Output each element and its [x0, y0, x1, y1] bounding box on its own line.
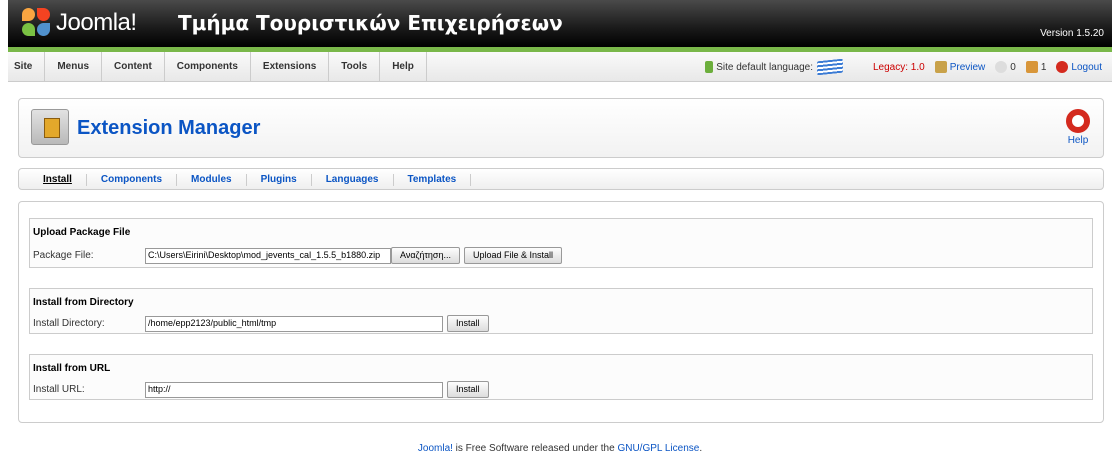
logout-label: Logout: [1071, 61, 1102, 73]
tab-components[interactable]: Components: [87, 174, 178, 186]
menu-item-content[interactable]: Content: [102, 52, 165, 82]
upload-row: Package File: C:\Users\Eirini\Desktop\mo…: [33, 247, 563, 264]
preview-link[interactable]: Preview: [934, 61, 986, 73]
header-bar: Joomla! Τμήμα Τουριστικών Επιχειρήσεων V…: [8, 0, 1112, 47]
legacy-status: Legacy: 1.0: [873, 62, 925, 73]
tab-languages[interactable]: Languages: [312, 174, 394, 186]
menu-item-components[interactable]: Components: [165, 52, 251, 82]
menu-item-extensions[interactable]: Extensions: [251, 52, 330, 82]
install-url-section: Install from URL Install URL: http:// In…: [29, 354, 1093, 400]
joomla-logo-icon: [22, 8, 52, 38]
main-menu-bar: Site Menus Content Components Extensions…: [8, 52, 1112, 82]
tab-plugins[interactable]: Plugins: [247, 174, 312, 186]
tab-modules[interactable]: Modules: [177, 174, 247, 186]
menu-item-site[interactable]: Site: [8, 52, 46, 82]
logout-icon: [1056, 61, 1069, 73]
logo-wordmark: Joomla!: [56, 9, 137, 36]
footer-end: .: [699, 443, 703, 454]
browse-button[interactable]: Αναζήτηση...: [391, 247, 460, 264]
lifebuoy-icon: [1066, 109, 1090, 133]
users-count: 1: [1040, 61, 1047, 73]
install-url-button[interactable]: Install: [447, 381, 489, 398]
language-label: Site default language:: [716, 61, 813, 73]
site-language: Site default language:: [705, 58, 843, 76]
menu-item-tools[interactable]: Tools: [329, 52, 381, 82]
menu-item-menus[interactable]: Menus: [45, 52, 103, 82]
toolbar-box: Extension Manager Help: [18, 98, 1104, 158]
directory-row: Install Directory: /home/epp2123/public_…: [33, 315, 489, 332]
upload-package-section: Upload Package File Package File: C:\Use…: [29, 218, 1093, 268]
footer-joomla-link[interactable]: Joomla!: [418, 443, 453, 454]
upload-legend: Upload Package File: [33, 227, 131, 238]
install-url-input[interactable]: http://: [145, 381, 443, 398]
package-file-input[interactable]: C:\Users\Eirini\Desktop\mod_jevents_cal_…: [145, 247, 391, 264]
site-title: Τμήμα Τουριστικών Επιχειρήσεων: [178, 11, 563, 35]
install-directory-input[interactable]: /home/epp2123/public_html/tmp: [145, 315, 443, 332]
footer-text: is Free Software released under the: [452, 443, 618, 454]
help-button[interactable]: Help: [1063, 109, 1093, 146]
help-label: Help: [1067, 135, 1089, 146]
install-directory-button[interactable]: Install: [447, 315, 489, 332]
mail-icon: [995, 61, 1008, 73]
url-row: Install URL: http:// Install: [33, 381, 489, 398]
users-link[interactable]: 1: [1025, 61, 1047, 73]
footer-license-link[interactable]: GNU/GPL License: [617, 443, 699, 454]
status-area: Site default language: Legacy: 1.0 Previ…: [705, 52, 1112, 82]
version-label: Version 1.5.20: [1040, 28, 1104, 39]
content-box: Upload Package File Package File: C:\Use…: [18, 201, 1104, 423]
tab-templates[interactable]: Templates: [394, 174, 472, 186]
greek-flag-icon: [816, 58, 843, 76]
install-url-label: Install URL:: [33, 384, 85, 395]
tab-install[interactable]: Install: [29, 174, 87, 186]
extension-manager-icon: [31, 109, 69, 145]
messages-count: 0: [1010, 61, 1016, 73]
install-directory-section: Install from Directory Install Directory…: [29, 288, 1093, 334]
legacy-label: Legacy: 1.0: [872, 61, 925, 73]
install-directory-label: Install Directory:: [33, 318, 105, 329]
page-title: Extension Manager: [77, 117, 261, 139]
url-legend: Install from URL: [33, 363, 111, 374]
preview-icon: [934, 61, 947, 73]
submenu-box: Install Components Modules Plugins Langu…: [18, 168, 1104, 190]
logout-link[interactable]: Logout: [1056, 61, 1102, 73]
users-icon: [1025, 61, 1038, 73]
messages-link[interactable]: 0: [995, 61, 1016, 73]
upload-install-button[interactable]: Upload File & Install: [463, 247, 563, 264]
joomla-logo[interactable]: Joomla!: [22, 8, 137, 38]
package-file-label: Package File:: [33, 250, 94, 261]
directory-legend: Install from Directory: [33, 297, 134, 308]
footer: Joomla! is Free Software released under …: [0, 443, 1120, 454]
preview-label: Preview: [949, 61, 986, 73]
language-icon: [705, 61, 714, 73]
menu-item-help[interactable]: Help: [380, 52, 427, 82]
